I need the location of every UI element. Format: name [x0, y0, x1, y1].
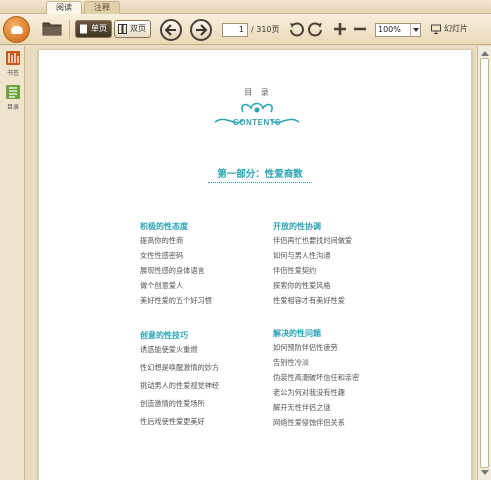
toc-entry[interactable]: 如何与男人性沟通 — [273, 251, 352, 261]
zoom-value: 100% — [378, 25, 401, 34]
single-page-icon — [80, 24, 87, 34]
toc-entry[interactable]: 展现性感的身体语言 — [140, 266, 212, 276]
slideshow-button[interactable]: 幻灯片 — [431, 22, 468, 36]
next-page-button[interactable] — [190, 19, 212, 41]
zoom-in-icon[interactable] — [332, 21, 348, 37]
toc-entry[interactable]: 伴侣再忙也要找时间做爱 — [273, 236, 352, 246]
tab-strip: 阅读 注释 — [0, 0, 491, 14]
toc-section: 创意的性技巧 诱惑能使爱火重燃 性幻想是唤醒激情的妙方 挑动男人的性爱视觉神经 … — [140, 329, 219, 427]
rotate-right-icon[interactable] — [308, 21, 324, 37]
contents-logo: CONTENTS — [214, 102, 300, 127]
toc-entry[interactable]: 性幻想是唤醒激情的妙方 — [140, 363, 219, 373]
previous-page-button[interactable] — [160, 19, 182, 41]
sidebar-item-label: 书签 — [6, 70, 19, 77]
section-heading[interactable]: 解决的性问题 — [273, 327, 359, 339]
toc-entry[interactable]: 网络性爱侵蚀伴侣关系 — [273, 418, 359, 428]
toc-entry[interactable]: 创造激情的性爱场所 — [140, 399, 219, 409]
toc-entry[interactable]: 如何预防伴侣性疲劳 — [273, 343, 359, 353]
toolbar: 单页 双页 1 / 310页 100% 幻灯片 — [0, 14, 491, 45]
toolbar-divider — [69, 20, 70, 39]
toc-title: 目 录 — [244, 88, 272, 97]
toc-entry[interactable]: 探索你的性爱风格 — [273, 281, 352, 291]
toc-entry[interactable]: 性后戏使性爱更美好 — [140, 417, 219, 427]
section-heading[interactable]: 积极的性态度 — [140, 220, 212, 232]
toc-entry[interactable]: 诱惑能使爱火重燃 — [140, 345, 219, 355]
total-pages: / 310页 — [251, 25, 280, 34]
slideshow-label: 幻灯片 — [444, 24, 468, 33]
arrow-left-icon — [164, 24, 176, 36]
zoom-select[interactable]: 100% — [375, 23, 421, 37]
toc-section: 积极的性态度 提高你的性商 女性性感密码 展现性感的身体语言 做个创意爱人 美好… — [140, 220, 212, 306]
chevron-down-icon[interactable] — [410, 24, 420, 36]
tab-annotate[interactable]: 注释 — [84, 1, 120, 14]
toc-entry[interactable]: 性爱相容才有美好性爱 — [273, 296, 352, 306]
toc-section: 解决的性问题 如何预防伴侣性疲劳 告别性冷淡 伪装性高潮破坏信任和亲密 老公为何… — [273, 327, 359, 428]
toc-entry[interactable]: 挑动男人的性爱视觉神经 — [140, 381, 219, 391]
section-heading[interactable]: 开放的性协调 — [273, 220, 352, 232]
toc-entry[interactable]: 解开无性伴侣之谜 — [273, 403, 359, 413]
toc-entry[interactable]: 美好性爱的五个好习惯 — [140, 296, 212, 306]
vertical-scrollbar[interactable] — [477, 46, 491, 480]
zoom-out-icon[interactable] — [352, 21, 368, 37]
toc-entry[interactable]: 告别性冷淡 — [273, 358, 359, 368]
toc-section: 开放的性协调 伴侣再忙也要找时间做爱 如何与男人性沟通 伴侣性爱契约 探索你的性… — [273, 220, 352, 306]
open-folder-icon[interactable] — [42, 21, 62, 36]
tab-read[interactable]: 阅读 — [46, 1, 82, 14]
toc-entry[interactable]: 做个创意爱人 — [140, 281, 212, 291]
toc-entry[interactable]: 伴侣性爱契约 — [273, 266, 352, 276]
sidebar-item-bookmarks[interactable]: 书签 — [2, 50, 24, 78]
double-page-button[interactable]: 双页 — [114, 20, 151, 38]
section-heading[interactable]: 创意的性技巧 — [140, 329, 219, 341]
toc-entry[interactable]: 老公为何对我没有性趣 — [273, 388, 359, 398]
single-page-label: 单页 — [91, 24, 107, 33]
app-logo-icon[interactable] — [3, 16, 30, 43]
rotate-left-icon[interactable] — [288, 21, 304, 37]
slideshow-icon — [431, 24, 441, 34]
part-title: 第一部分：性爱商数 — [208, 166, 312, 183]
arrow-right-icon — [196, 24, 208, 36]
double-page-label: 双页 — [130, 24, 146, 33]
single-page-button[interactable]: 单页 — [75, 20, 112, 38]
sidebar-item-toc[interactable]: 目录 — [2, 84, 24, 112]
scrollbar-thumb[interactable] — [480, 58, 489, 468]
contents-logo-text: CONTENTS — [233, 118, 281, 127]
toc-icon — [6, 85, 20, 99]
toc-entry[interactable]: 女性性感密码 — [140, 251, 212, 261]
toc-entry[interactable]: 伪装性高潮破坏信任和亲密 — [273, 373, 359, 383]
page-number-input[interactable]: 1 — [222, 23, 248, 37]
sidebar-item-label: 目录 — [6, 104, 19, 111]
sidebar: 书签 目录 — [0, 46, 25, 480]
scroll-down-icon[interactable] — [481, 470, 489, 479]
bookmark-icon — [6, 51, 20, 65]
scroll-up-icon[interactable] — [481, 47, 489, 56]
toc-entry[interactable]: 提高你的性商 — [140, 236, 212, 246]
double-page-icon — [118, 24, 127, 34]
